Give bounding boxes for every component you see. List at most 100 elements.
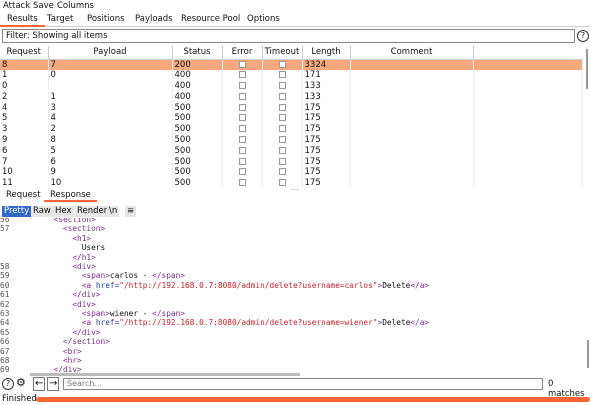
code-token: href=: [95, 318, 120, 328]
code-line: 62 <div>: [0, 300, 96, 309]
pretty-button[interactable]: Pretty: [2, 206, 32, 217]
col-error[interactable]: Error: [222, 46, 263, 60]
cell-spacer: [473, 80, 583, 92]
tab-payloads[interactable]: Payloads: [128, 13, 180, 27]
table-row[interactable]: 3 2 500 175: [0, 123, 583, 135]
code-line: 60 <a href="/http://192.168.0.7:8080/adm…: [0, 281, 429, 290]
forward-arrow-icon[interactable]: →: [47, 377, 60, 391]
cell-status: 500: [172, 145, 223, 157]
cell-timeout: [262, 134, 303, 146]
tab-resource-pool[interactable]: Resource Pool: [174, 13, 247, 27]
tab-target[interactable]: Target: [40, 13, 80, 27]
code-line: 64 <a href="/http://192.168.0.7:8080/adm…: [0, 318, 429, 327]
menu-bar: Attack Save Columns: [0, 0, 590, 12]
line-number: 67: [0, 346, 10, 356]
checkbox: [278, 92, 286, 100]
progress-bar: [36, 397, 590, 402]
code-line: <h1>: [0, 234, 91, 243]
table-row[interactable]: 4 3 500 175: [0, 102, 583, 113]
checkbox: [238, 71, 246, 79]
cell-status: 500: [172, 134, 223, 146]
cell-comment: [350, 102, 474, 113]
table-row[interactable]: 7 6 500 175: [0, 156, 583, 167]
code-line: 66 </section>: [0, 337, 110, 346]
cell-payload: 2: [48, 123, 173, 135]
menu-icon[interactable]: ≡: [125, 206, 137, 217]
checkbox: [278, 135, 286, 143]
col-request[interactable]: Request: [0, 46, 49, 60]
cell-error: [222, 59, 263, 70]
search-input[interactable]: Search...: [63, 378, 543, 390]
table-row[interactable]: 8 7 200 3324: [0, 59, 583, 70]
cell-error: [222, 69, 263, 81]
cell-payload: 3: [48, 102, 173, 113]
code-token: </a>: [410, 318, 430, 328]
col-status[interactable]: Status: [172, 46, 223, 60]
tab-response[interactable]: Response: [44, 190, 97, 202]
table-scrollbar[interactable]: [586, 49, 588, 89]
match-count: 0 matches: [548, 379, 585, 399]
cell-length: 171: [302, 69, 351, 81]
tab-positions[interactable]: Positions: [80, 13, 132, 27]
hex-button[interactable]: Hex: [53, 206, 74, 217]
help-icon[interactable]: ?: [2, 378, 14, 390]
menu-columns[interactable]: Columns: [57, 1, 94, 11]
cell-payload: 9: [48, 166, 173, 178]
col-length[interactable]: Length: [302, 46, 351, 60]
cell-request: 11: [0, 177, 49, 187]
cell-length: 175: [302, 156, 351, 167]
table-row[interactable]: 5 4 500 175: [0, 112, 583, 124]
code-token: <a: [16, 318, 96, 328]
cell-timeout: [262, 91, 303, 103]
cell-error: [222, 166, 263, 178]
cell-spacer: [473, 69, 583, 81]
table-row[interactable]: 10 9 500 175: [0, 166, 583, 178]
request-response-tabs: Request Response: [0, 190, 590, 202]
newline-toggle-button[interactable]: \n: [107, 206, 120, 217]
cell-status: 200: [172, 59, 223, 70]
cell-status: 400: [172, 69, 223, 81]
code-token: <span>: [16, 309, 110, 318]
cell-timeout: [262, 80, 303, 92]
render-button[interactable]: Render: [75, 206, 110, 217]
code-token: "/http://192.168.0.7:8080/admin/delete?u…: [119, 318, 378, 328]
cell-status: 500: [172, 156, 223, 167]
filter-bar[interactable]: Filter: Showing all items: [2, 29, 575, 43]
col-payload[interactable]: Payload: [48, 46, 173, 60]
cell-spacer: [473, 177, 583, 187]
tab-request[interactable]: Request: [0, 190, 47, 200]
checkbox: [238, 125, 246, 133]
cell-status: 400: [172, 80, 223, 92]
menu-attack[interactable]: Attack: [3, 1, 30, 11]
tab-results[interactable]: Results: [0, 13, 45, 27]
code-hscrollbar[interactable]: [30, 373, 300, 376]
code-token: </div>: [16, 290, 101, 300]
cell-error: [222, 145, 263, 157]
cell-payload: 8: [48, 134, 173, 146]
cell-comment: [350, 134, 474, 146]
menu-save[interactable]: Save: [33, 1, 54, 11]
help-icon[interactable]: ?: [577, 30, 589, 42]
cell-length: 175: [302, 145, 351, 157]
table-row[interactable]: 0 400 133: [0, 80, 583, 92]
col-timeout[interactable]: Timeout: [262, 46, 303, 60]
raw-button[interactable]: Raw: [31, 206, 53, 217]
code-line: 68 <hr>: [0, 356, 82, 365]
line-number: 69: [0, 365, 10, 372]
response-code-view[interactable]: 56 <section> 57 <section> <h1> Users </h1…: [0, 218, 585, 372]
back-arrow-icon[interactable]: ←: [33, 377, 46, 391]
tab-options[interactable]: Options: [240, 13, 287, 27]
cell-request: 6: [0, 145, 49, 157]
line-number: 64: [0, 318, 10, 328]
table-row[interactable]: 6 5 500 175: [0, 145, 583, 157]
cell-payload: 7: [48, 59, 173, 70]
code-token: <h1>: [16, 233, 92, 243]
code-scrollbar[interactable]: [587, 340, 589, 368]
table-header: Request Payload Status Error Timeout Len…: [0, 46, 583, 60]
gear-icon[interactable]: ⚙: [16, 377, 26, 389]
cell-timeout: [262, 156, 303, 167]
table-row[interactable]: 2 1 400 133: [0, 91, 583, 103]
table-row[interactable]: 1 0 400 171: [0, 69, 583, 81]
col-comment[interactable]: Comment: [350, 46, 474, 60]
table-row[interactable]: 9 8 500 175: [0, 134, 583, 146]
